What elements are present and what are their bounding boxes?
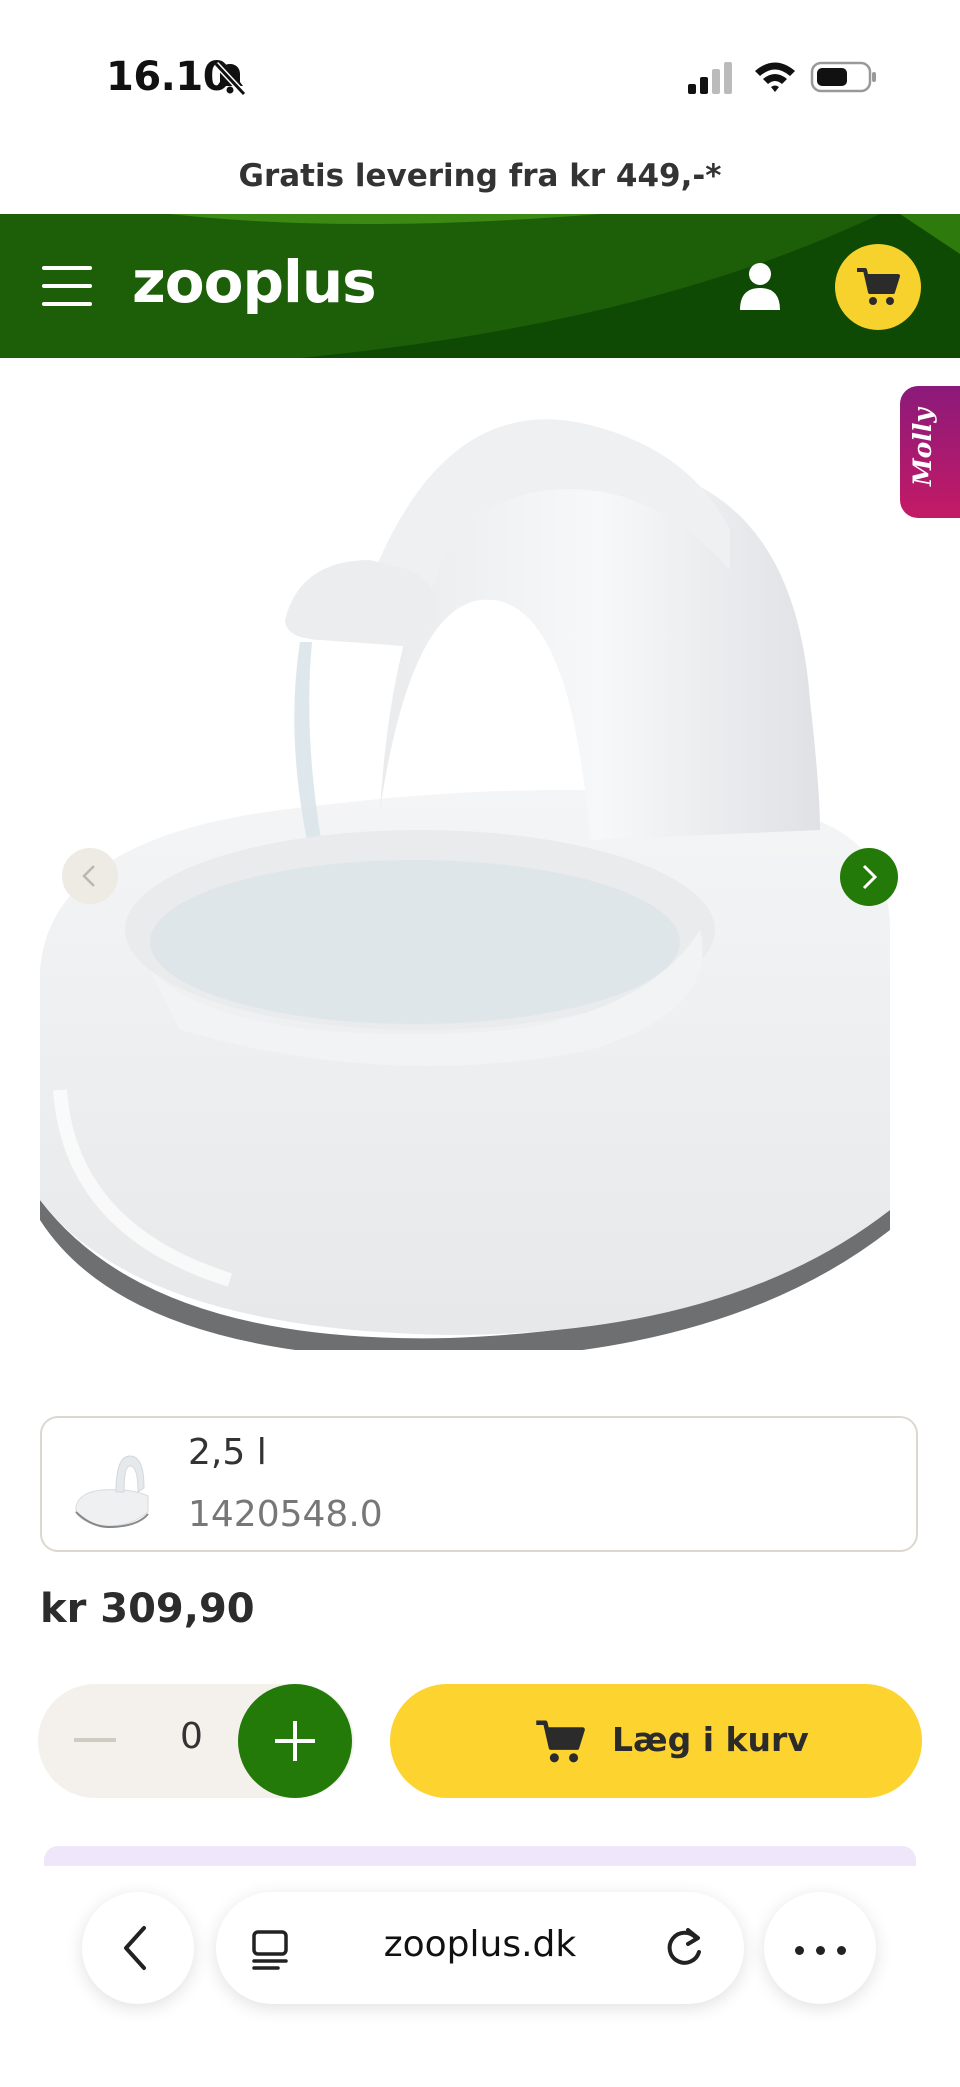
variant-sku: 1420548.0	[188, 1494, 383, 1535]
reload-icon[interactable]	[662, 1924, 706, 1970]
cart-icon	[857, 268, 900, 305]
variant-selector[interactable]: 2,5 l 1420548.0	[40, 1416, 918, 1552]
zooplus-logo[interactable]: zooplus	[132, 248, 377, 316]
product-price: kr 309,90	[40, 1586, 255, 1632]
battery-icon	[810, 61, 876, 93]
user-icon[interactable]	[736, 260, 784, 312]
menu-icon[interactable]	[42, 266, 92, 306]
more-icon[interactable]	[764, 1892, 876, 2004]
chevron-left-icon	[124, 1926, 146, 1970]
browser-toolbar: zooplus.dk	[0, 1866, 960, 2087]
promo-banner[interactable]: Gratis levering fra kr 449,-*	[0, 158, 960, 194]
bell-slash-icon	[213, 61, 247, 97]
product-image[interactable]	[30, 370, 930, 1350]
quantity-stepper: 0	[38, 1684, 354, 1798]
site-header: zooplus	[0, 214, 960, 358]
signal-icon	[688, 62, 732, 94]
info-card-edge	[44, 1846, 916, 1866]
chevron-right-icon	[862, 864, 878, 890]
plus-icon	[275, 1721, 315, 1761]
add-to-cart-label: Læg i kurv	[612, 1720, 809, 1759]
molly-chat-tab[interactable]: Molly	[900, 386, 960, 518]
add-to-cart-button[interactable]: Læg i kurv	[390, 1684, 922, 1798]
previous-image-button[interactable]	[62, 848, 118, 904]
molly-label: Molly	[908, 408, 937, 486]
increase-quantity-button[interactable]	[238, 1684, 352, 1798]
next-image-button[interactable]	[840, 848, 898, 906]
variant-thumbnail	[75, 1455, 149, 1528]
cart-icon	[536, 1720, 585, 1763]
browser-back-button[interactable]	[82, 1892, 194, 2004]
chevron-left-icon	[82, 865, 95, 887]
minus-icon[interactable]	[74, 1738, 116, 1742]
wifi-icon	[755, 62, 795, 92]
quantity-value[interactable]: 0	[180, 1716, 203, 1757]
cart-button[interactable]	[835, 244, 921, 330]
variant-size: 2,5 l	[188, 1432, 267, 1473]
status-bar: 16.10	[0, 0, 960, 150]
address-bar[interactable]: zooplus.dk	[216, 1892, 744, 2004]
